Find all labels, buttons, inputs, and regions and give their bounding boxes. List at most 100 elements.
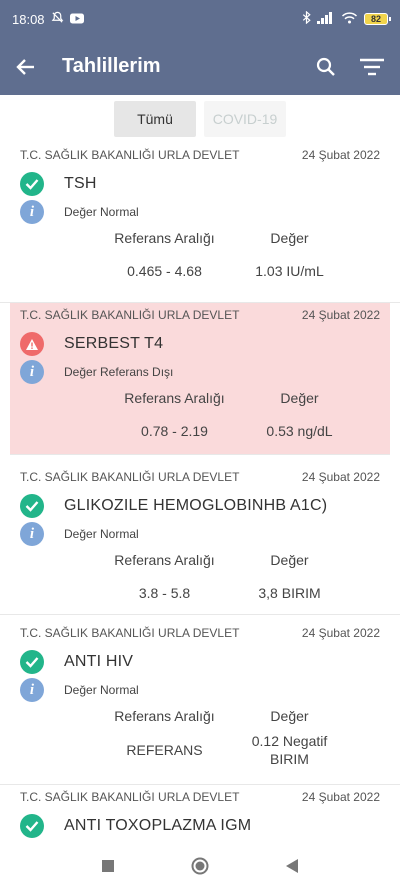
search-button[interactable] bbox=[316, 57, 336, 77]
check-icon bbox=[20, 650, 44, 674]
status-note: Değer Normal bbox=[64, 527, 139, 541]
filter-tabs: Tümü COVID-19 bbox=[0, 95, 400, 143]
note-row: i Değer Normal bbox=[20, 678, 380, 702]
result-grid: Referans Aralığı Değer bbox=[102, 708, 352, 724]
circle-icon bbox=[191, 857, 209, 874]
info-icon[interactable]: i bbox=[20, 522, 44, 546]
mute-bell-icon bbox=[51, 11, 64, 27]
result-date: 24 Şubat 2022 bbox=[301, 308, 380, 322]
result-grid: Referans Aralığı Değer bbox=[102, 552, 352, 568]
system-nav-bar bbox=[0, 843, 400, 888]
hospital-name: T.C. SAĞLIK BAKANLIĞI URLA DEVLET bbox=[20, 308, 240, 322]
hospital-name: T.C. SAĞLIK BAKANLIĞI URLA DEVLET bbox=[20, 626, 240, 640]
status-right: 82 bbox=[302, 10, 391, 27]
test-row: ANTI HIV bbox=[20, 650, 380, 674]
result-values: 0.465 - 4.68 1.03 IU/mL bbox=[102, 263, 352, 279]
test-row: SERBEST T4 bbox=[20, 332, 380, 356]
hospital-name: T.C. SAĞLIK BAKANLIĞI URLA DEVLET bbox=[20, 470, 240, 484]
signal-icon bbox=[317, 11, 335, 27]
note-row: i Değer Normal bbox=[20, 200, 380, 224]
result-card[interactable]: T.C. SAĞLIK BAKANLIĞI URLA DEVLET 24 Şub… bbox=[0, 615, 400, 785]
test-name: TSH bbox=[64, 175, 97, 192]
info-icon[interactable]: i bbox=[20, 360, 44, 384]
result-grid: Referans Aralığı Değer bbox=[112, 390, 362, 406]
status-left: 18:08 bbox=[12, 11, 84, 27]
home-button[interactable] bbox=[191, 857, 209, 875]
result-date: 24 Şubat 2022 bbox=[301, 626, 380, 640]
result-values: REFERANS 0.12 Negatif BIRIM bbox=[102, 732, 352, 768]
result-date: 24 Şubat 2022 bbox=[301, 148, 380, 162]
result-card[interactable]: T.C. SAĞLIK BAKANLIĞI URLA DEVLET 24 Şub… bbox=[0, 785, 400, 843]
check-icon bbox=[20, 494, 44, 518]
tab-all[interactable]: Tümü bbox=[114, 101, 196, 137]
filter-button[interactable] bbox=[360, 58, 384, 76]
arrow-left-icon bbox=[16, 58, 34, 75]
result-value: 3,8 BIRIM bbox=[258, 585, 321, 601]
status-note: Değer Normal bbox=[64, 205, 139, 219]
card-header: T.C. SAĞLIK BAKANLIĞI URLA DEVLET 24 Şub… bbox=[20, 789, 380, 805]
card-header: T.C. SAĞLIK BAKANLIĞI URLA DEVLET 24 Şub… bbox=[20, 307, 380, 323]
test-name: GLIKOZILE HEMOGLOBINHB A1C) bbox=[64, 497, 328, 514]
status-bar: 18:08 82 bbox=[0, 0, 400, 38]
result-card[interactable]: T.C. SAĞLIK BAKANLIĞI URLA DEVLET 24 Şub… bbox=[0, 143, 400, 303]
triangle-back-icon bbox=[286, 858, 298, 873]
test-row: GLIKOZILE HEMOGLOBINHB A1C) bbox=[20, 494, 380, 518]
value-label: Değer bbox=[270, 708, 309, 724]
result-values: 0.78 - 2.19 0.53 ng/dL bbox=[112, 423, 362, 439]
hospital-name: T.C. SAĞLIK BAKANLIĞI URLA DEVLET bbox=[20, 790, 240, 804]
reference-range-value: 0.465 - 4.68 bbox=[127, 263, 202, 279]
page-title: Tahlillerim bbox=[62, 55, 161, 77]
check-icon bbox=[20, 814, 44, 838]
value-label: Değer bbox=[270, 230, 309, 246]
reference-range-value: REFERANS bbox=[126, 742, 203, 758]
status-note: Değer Referans Dışı bbox=[64, 365, 174, 379]
card-header: T.C. SAĞLIK BAKANLIĞI URLA DEVLET 24 Şub… bbox=[20, 147, 380, 163]
result-value: 1.03 IU/mL bbox=[255, 263, 324, 279]
warning-icon bbox=[20, 332, 44, 356]
value-label: Değer bbox=[270, 552, 309, 568]
value-label: Değer bbox=[280, 390, 319, 406]
app-bar-actions bbox=[316, 57, 384, 77]
card-header: T.C. SAĞLIK BAKANLIĞI URLA DEVLET 24 Şub… bbox=[20, 625, 380, 641]
info-icon[interactable]: i bbox=[20, 678, 44, 702]
filter-icon bbox=[360, 58, 384, 75]
result-date: 24 Şubat 2022 bbox=[301, 470, 380, 484]
reference-range-label: Referans Aralığı bbox=[124, 390, 225, 406]
reference-range-label: Referans Aralığı bbox=[114, 552, 215, 568]
test-row: TSH bbox=[20, 172, 380, 196]
test-row: ANTI TOXOPLAZMA IGM bbox=[20, 814, 380, 838]
hospital-name: T.C. SAĞLIK BAKANLIĞI URLA DEVLET bbox=[20, 148, 240, 162]
result-value: 0.12 Negatif BIRIM bbox=[251, 733, 328, 767]
square-icon bbox=[102, 859, 114, 872]
reference-range-value: 0.78 - 2.19 bbox=[141, 423, 208, 439]
wifi-icon bbox=[341, 11, 358, 27]
result-grid: Referans Aralığı Değer bbox=[102, 230, 352, 246]
test-name: ANTI TOXOPLAZMA IGM bbox=[64, 817, 252, 834]
result-card-alert[interactable]: T.C. SAĞLIK BAKANLIĞI URLA DEVLET 24 Şub… bbox=[10, 303, 390, 455]
youtube-icon bbox=[69, 12, 84, 27]
back-button[interactable] bbox=[16, 58, 36, 76]
card-header: T.C. SAĞLIK BAKANLIĞI URLA DEVLET 24 Şub… bbox=[20, 469, 380, 485]
search-icon bbox=[316, 57, 335, 76]
check-icon bbox=[20, 172, 44, 196]
app-bar: Tahlillerim bbox=[0, 38, 400, 95]
result-values: 3.8 - 5.8 3,8 BIRIM bbox=[102, 585, 352, 601]
reference-range-label: Referans Aralığı bbox=[114, 708, 215, 724]
note-row: i Değer Normal bbox=[20, 522, 380, 546]
reference-range-label: Referans Aralığı bbox=[114, 230, 215, 246]
recents-button[interactable] bbox=[101, 859, 115, 873]
reference-range-value: 3.8 - 5.8 bbox=[138, 585, 191, 601]
bluetooth-icon bbox=[302, 10, 311, 27]
note-row: i Değer Referans Dışı bbox=[20, 360, 380, 384]
test-name: ANTI HIV bbox=[64, 653, 134, 670]
results-list: T.C. SAĞLIK BAKANLIĞI URLA DEVLET 24 Şub… bbox=[0, 143, 400, 843]
result-card[interactable]: T.C. SAĞLIK BAKANLIĞI URLA DEVLET 24 Şub… bbox=[0, 455, 400, 615]
result-value: 0.53 ng/dL bbox=[266, 423, 333, 439]
battery-icon: 82 bbox=[364, 13, 391, 25]
info-icon[interactable]: i bbox=[20, 200, 44, 224]
back-nav-button[interactable] bbox=[285, 858, 299, 874]
clock: 18:08 bbox=[12, 11, 45, 27]
result-date: 24 Şubat 2022 bbox=[301, 790, 380, 804]
tab-covid19[interactable]: COVID-19 bbox=[204, 101, 286, 137]
test-name: SERBEST T4 bbox=[64, 335, 164, 352]
